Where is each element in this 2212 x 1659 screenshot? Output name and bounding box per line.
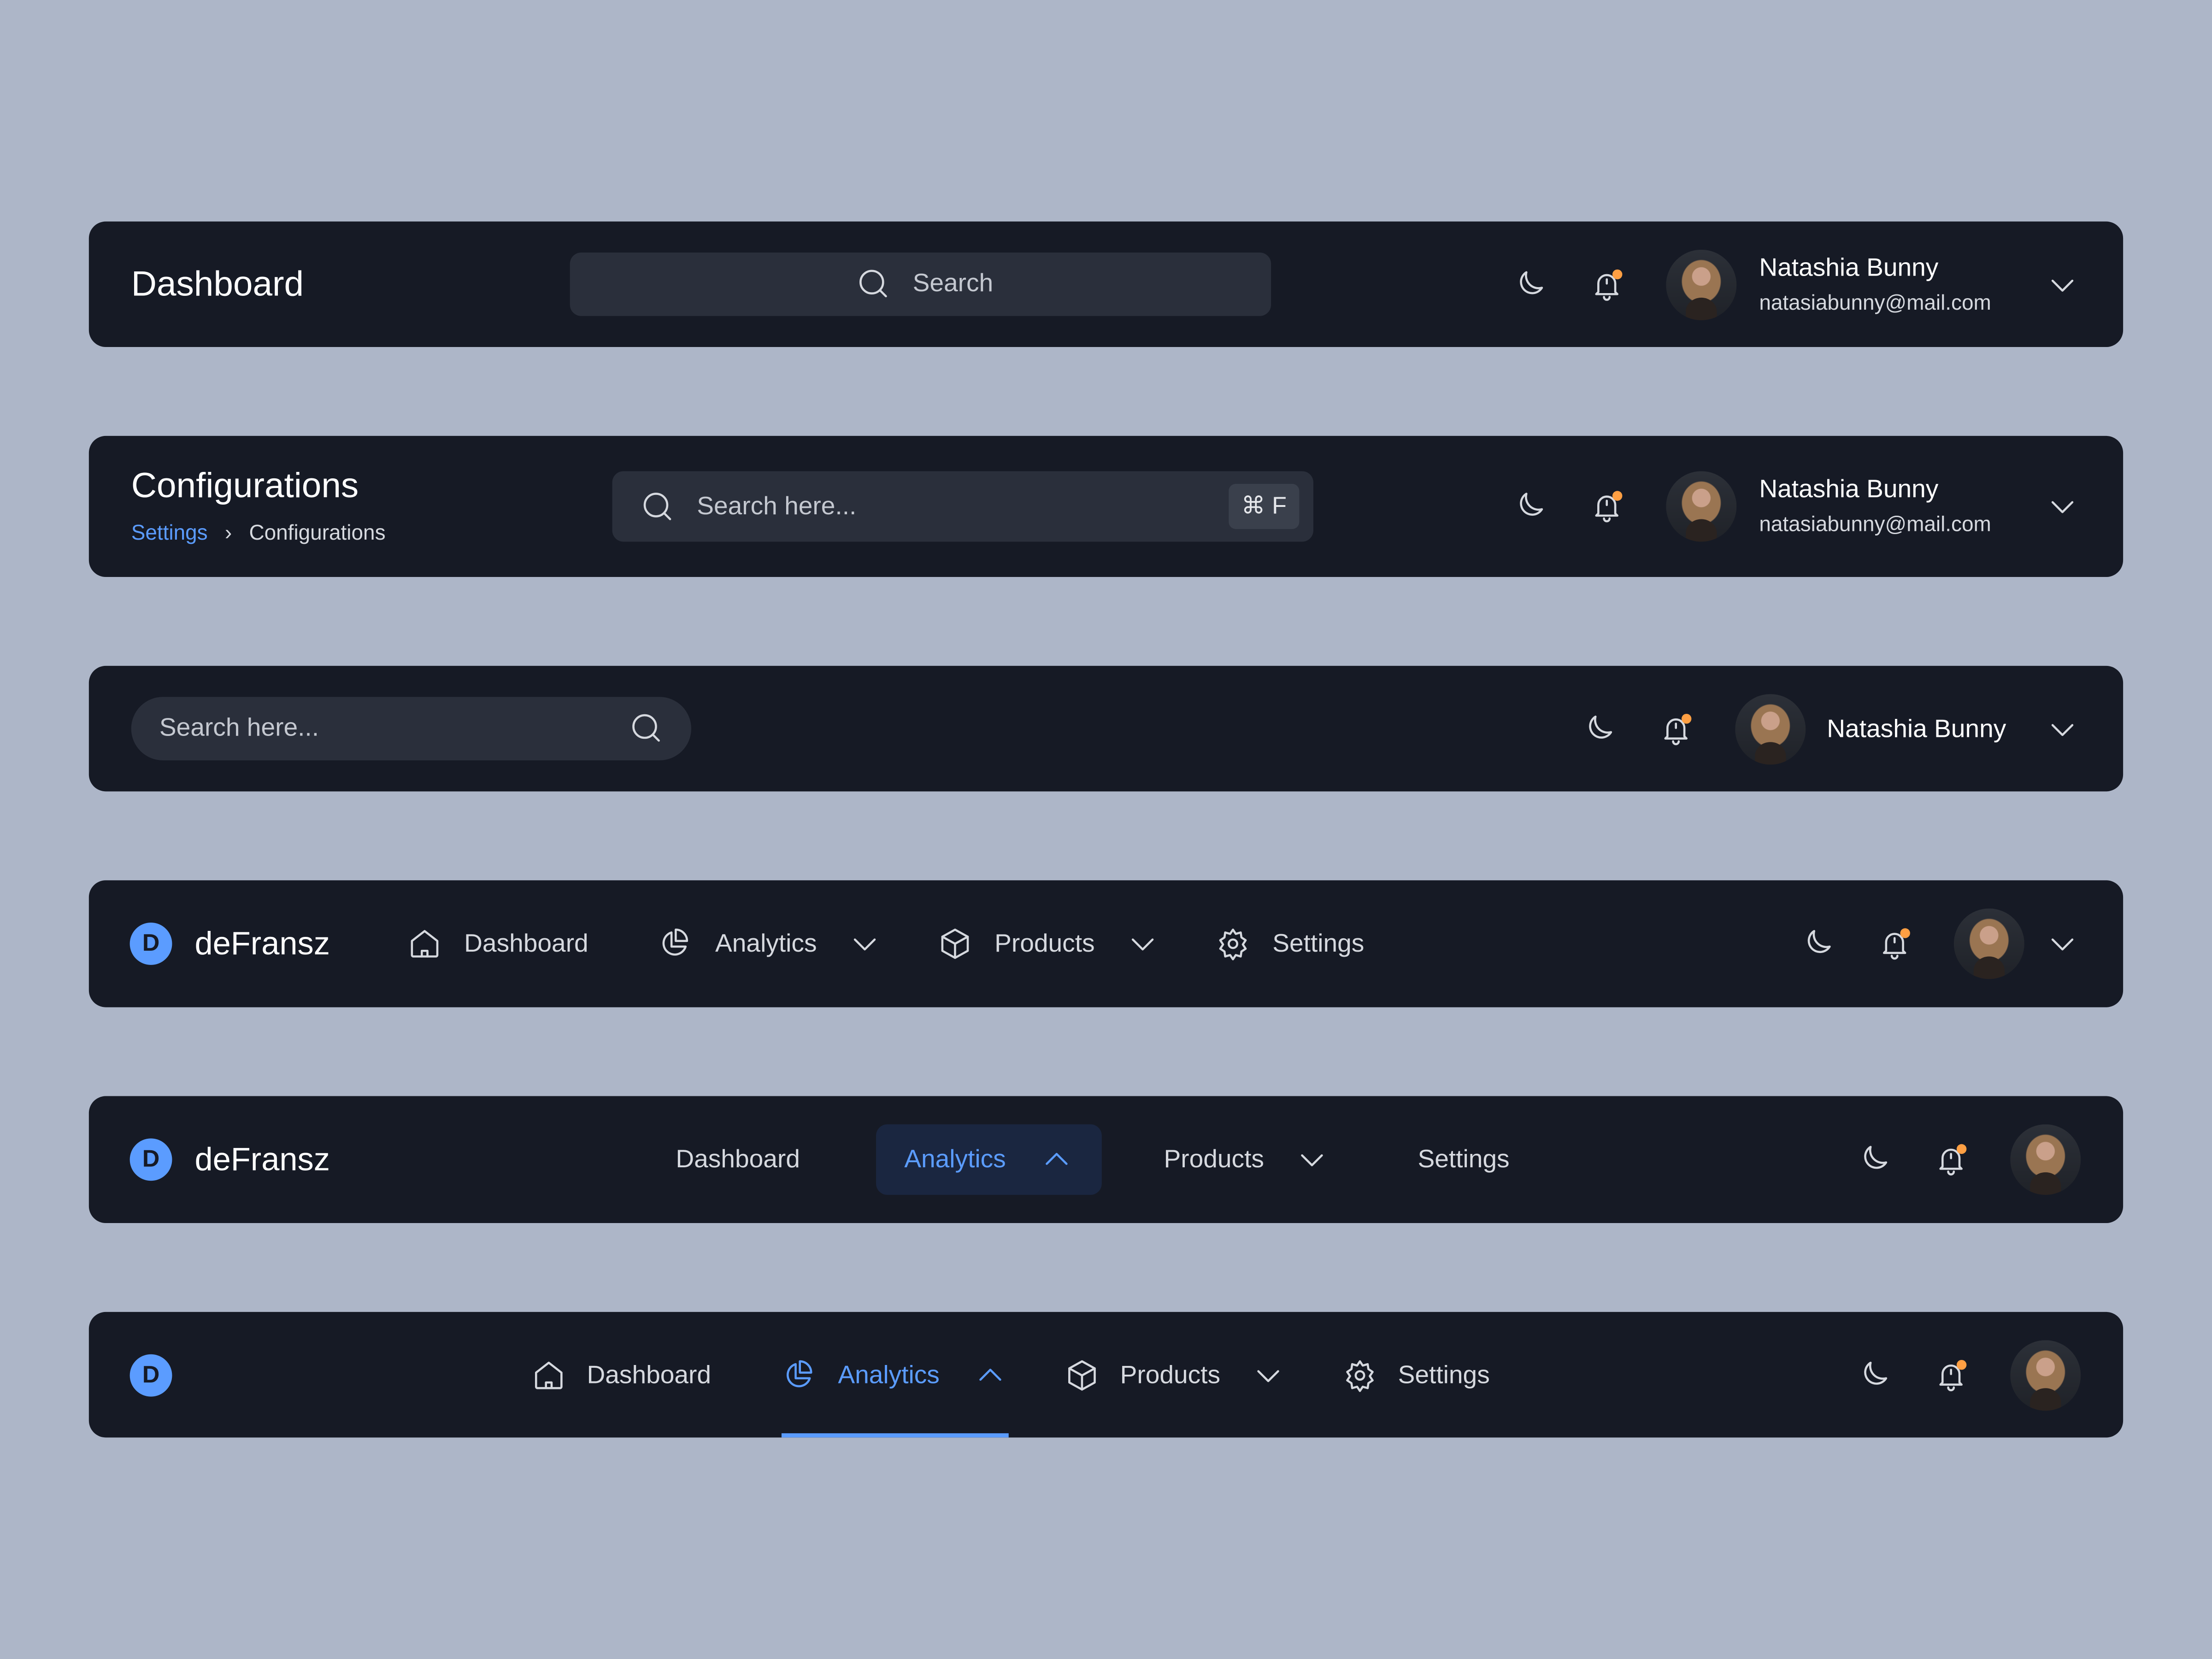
home-icon bbox=[532, 1359, 565, 1392]
nav-products[interactable]: Products bbox=[994, 929, 1094, 959]
breadcrumb-separator: › bbox=[224, 521, 232, 546]
shortcut-badge: ⌘ F bbox=[1229, 483, 1300, 529]
moon-icon[interactable] bbox=[1582, 712, 1615, 746]
search-placeholder: Search here... bbox=[697, 491, 857, 520]
bell-icon[interactable] bbox=[1934, 1143, 1968, 1177]
brand-logo[interactable]: D bbox=[129, 1354, 172, 1397]
user-email: natasiabunny@mail.com bbox=[1759, 291, 1991, 316]
bell-icon[interactable] bbox=[1877, 927, 1911, 960]
cube-icon bbox=[1065, 1359, 1099, 1392]
chevron-down-icon[interactable] bbox=[2046, 927, 2079, 960]
nav-analytics-active[interactable]: Analytics bbox=[876, 1124, 1102, 1195]
nav-analytics[interactable]: Analytics bbox=[715, 929, 817, 959]
chevron-down-icon[interactable] bbox=[848, 927, 882, 960]
breadcrumb-settings[interactable]: Settings bbox=[131, 521, 208, 545]
moon-icon[interactable] bbox=[1857, 1359, 1890, 1392]
nav-settings[interactable]: Settings bbox=[1398, 1361, 1490, 1390]
header-dashboard: Dashboard Search Natashia Bunny natasiab… bbox=[88, 221, 2124, 347]
search-input[interactable]: Search here... ⌘ F bbox=[612, 471, 1313, 542]
avatar[interactable] bbox=[1666, 471, 1737, 542]
chevron-down-icon[interactable] bbox=[1126, 927, 1159, 960]
chevron-up-icon[interactable] bbox=[1040, 1143, 1073, 1177]
nav-analytics[interactable]: Analytics bbox=[904, 1145, 1006, 1174]
search-icon bbox=[856, 267, 890, 300]
header-search: Search here... Natashia Bunny bbox=[88, 665, 2124, 792]
moon-icon[interactable] bbox=[1512, 489, 1546, 523]
chevron-up-icon[interactable] bbox=[973, 1359, 1007, 1392]
home-icon bbox=[408, 927, 441, 960]
chevron-down-icon[interactable] bbox=[2046, 268, 2079, 302]
cube-icon bbox=[938, 927, 972, 960]
nav-settings[interactable]: Settings bbox=[1272, 929, 1364, 959]
search-icon[interactable] bbox=[629, 711, 663, 745]
breadcrumb-configurations: Configurations bbox=[249, 521, 386, 546]
navbar-icons: D deFransz Dashboard Analytics Products … bbox=[88, 880, 2124, 1007]
user-name: Natashia Bunny bbox=[1759, 253, 1939, 282]
nav-dashboard[interactable]: Dashboard bbox=[676, 1145, 800, 1174]
navbar-underline: D Dashboard Analytics Products Settings bbox=[88, 1312, 2124, 1438]
avatar[interactable] bbox=[1953, 908, 2024, 979]
user-name: Natashia Bunny bbox=[1759, 475, 1939, 503]
avatar[interactable] bbox=[2010, 1124, 2081, 1195]
user-name: Natashia Bunny bbox=[1827, 714, 2006, 743]
avatar[interactable] bbox=[2010, 1340, 2081, 1411]
nav-settings[interactable]: Settings bbox=[1418, 1145, 1510, 1174]
search-placeholder: Search bbox=[912, 269, 994, 297]
chevron-down-icon[interactable] bbox=[1295, 1143, 1329, 1177]
page-title: Dashboard bbox=[131, 264, 304, 304]
moon-icon[interactable] bbox=[1800, 927, 1834, 960]
page-title: Configurations bbox=[131, 466, 359, 506]
avatar[interactable] bbox=[1666, 249, 1737, 320]
brand-name[interactable]: deFransz bbox=[194, 925, 329, 963]
chevron-down-icon[interactable] bbox=[1251, 1359, 1285, 1392]
gear-icon bbox=[1343, 1359, 1377, 1392]
gear-icon bbox=[1216, 927, 1250, 960]
pie-chart-icon bbox=[782, 1359, 815, 1392]
user-email: natasiabunny@mail.com bbox=[1759, 512, 1991, 537]
search-placeholder: Search here... bbox=[159, 713, 319, 741]
pie-chart-icon bbox=[658, 927, 691, 960]
active-underline bbox=[781, 1433, 1009, 1438]
chevron-down-icon[interactable] bbox=[2046, 712, 2079, 746]
search-icon bbox=[641, 489, 674, 523]
nav-products[interactable]: Products bbox=[1164, 1145, 1264, 1174]
brand-logo[interactable]: D bbox=[129, 923, 172, 965]
navbar-pill: D deFransz Dashboard Analytics Products … bbox=[88, 1096, 2124, 1224]
brand-logo[interactable]: D bbox=[129, 1138, 172, 1181]
nav-analytics[interactable]: Analytics bbox=[838, 1361, 940, 1390]
header-configurations: Configurations Settings › Configurations… bbox=[88, 435, 2124, 577]
breadcrumb: Settings › Configurations bbox=[131, 521, 386, 545]
navbar-showcase: Dashboard Search Natashia Bunny natasiab… bbox=[0, 0, 2212, 1659]
moon-icon[interactable] bbox=[1512, 268, 1546, 302]
bell-icon[interactable] bbox=[1659, 712, 1693, 746]
bell-icon[interactable] bbox=[1934, 1359, 1968, 1392]
moon-icon[interactable] bbox=[1857, 1143, 1890, 1177]
nav-products[interactable]: Products bbox=[1120, 1361, 1220, 1390]
nav-dashboard[interactable]: Dashboard bbox=[587, 1361, 711, 1390]
bell-icon[interactable] bbox=[1590, 489, 1624, 523]
nav-dashboard[interactable]: Dashboard bbox=[464, 929, 588, 959]
avatar[interactable] bbox=[1735, 694, 1806, 765]
search-input[interactable]: Search bbox=[570, 252, 1271, 316]
search-input[interactable]: Search here... bbox=[131, 697, 691, 760]
chevron-down-icon[interactable] bbox=[2046, 489, 2079, 523]
bell-icon[interactable] bbox=[1590, 268, 1624, 302]
brand-name[interactable]: deFransz bbox=[194, 1141, 329, 1179]
